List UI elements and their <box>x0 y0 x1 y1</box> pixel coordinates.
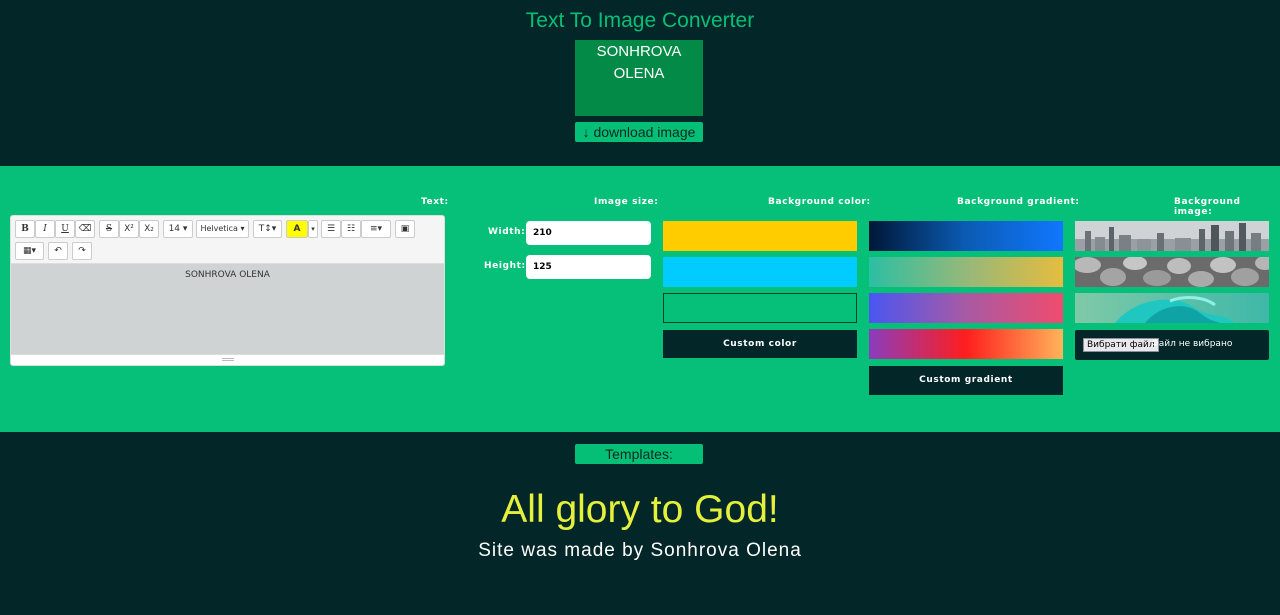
editor-toolbar: B I U ⌫ S X² X₂ 14 ▾ Helvetica ▾ T↕▾ A ▾… <box>11 216 444 264</box>
templates-button[interactable]: Templates: <box>575 444 703 464</box>
font-size-dropdown[interactable]: 14 ▾ <box>163 220 193 238</box>
credit-text: Site was made by Sonhrova Olena <box>478 540 802 561</box>
width-input[interactable] <box>526 221 651 245</box>
background-gradient-label: Background gradient: <box>957 197 1080 207</box>
settings-panel: Text: Image size: Background color: Back… <box>0 166 1280 432</box>
redo-icon[interactable]: ↷ <box>72 242 92 260</box>
undo-icon[interactable]: ↶ <box>48 242 68 260</box>
picture-icon[interactable]: ▣ <box>395 220 415 238</box>
bold-button[interactable]: B <box>15 220 35 238</box>
background-color-label: Background color: <box>768 197 871 207</box>
page-title: Text To Image Converter <box>525 9 755 32</box>
color-swatch-yellow[interactable] <box>663 221 857 251</box>
align-dropdown[interactable]: ≡▾ <box>361 220 391 238</box>
background-image-label: Background image: <box>1174 197 1241 217</box>
height-label: Height: <box>484 261 526 271</box>
pebbles-image[interactable] <box>1075 257 1269 287</box>
superscript-button[interactable]: X² <box>119 220 139 238</box>
editor-resize-handle[interactable] <box>11 354 444 365</box>
text-height-dropdown[interactable]: T↕▾ <box>253 220 282 238</box>
custom-gradient-button[interactable]: Custom gradient <box>869 366 1063 395</box>
text-color-caret-icon[interactable]: ▾ <box>308 220 318 238</box>
bullet-list-icon[interactable]: ☰ <box>321 220 341 238</box>
abstract-wave-image[interactable] <box>1075 293 1269 323</box>
strikethrough-button[interactable]: S <box>99 220 119 238</box>
height-input[interactable] <box>526 255 651 279</box>
width-label: Width: <box>488 227 526 237</box>
gradient-swatch-teal-gold[interactable] <box>869 257 1063 287</box>
color-swatch-green[interactable] <box>663 293 857 323</box>
text-editor: B I U ⌫ S X² X₂ 14 ▾ Helvetica ▾ T↕▾ A ▾… <box>10 215 445 366</box>
preview-text: SONHROVA OLENA <box>596 43 682 82</box>
glory-heading: All glory to God! <box>501 488 779 531</box>
resize-grip-icon <box>222 358 234 361</box>
text-label: Text: <box>421 197 449 207</box>
table-dropdown[interactable]: ▦▾ <box>15 242 44 260</box>
file-status: Файл не вибрано <box>1151 339 1233 349</box>
color-swatch-cyan[interactable] <box>663 257 857 287</box>
city-skyline-image[interactable] <box>1075 221 1269 251</box>
custom-color-button[interactable]: Custom color <box>663 330 857 358</box>
gradient-swatch-blue[interactable] <box>869 221 1063 251</box>
underline-button[interactable]: U <box>55 220 75 238</box>
font-family-dropdown[interactable]: Helvetica ▾ <box>196 220 249 238</box>
image-preview: SONHROVA OLENA <box>575 40 703 116</box>
text-color-button[interactable]: A <box>286 220 308 238</box>
choose-file-button[interactable]: Вибрати файл <box>1083 338 1159 352</box>
eraser-icon[interactable]: ⌫ <box>75 220 95 238</box>
gradient-swatch-purple-orange[interactable] <box>869 329 1063 359</box>
editor-content[interactable]: SONHROVA OLENA <box>11 264 444 356</box>
image-size-label: Image size: <box>594 197 659 207</box>
italic-button[interactable]: I <box>35 220 55 238</box>
numbered-list-icon[interactable]: ☷ <box>341 220 361 238</box>
file-upload: Вибрати файл Файл не вибрано <box>1075 330 1269 360</box>
subscript-button[interactable]: X₂ <box>139 220 159 238</box>
gradient-swatch-blue-pink[interactable] <box>869 293 1063 323</box>
download-image-button[interactable]: ↓ download image <box>575 122 703 142</box>
